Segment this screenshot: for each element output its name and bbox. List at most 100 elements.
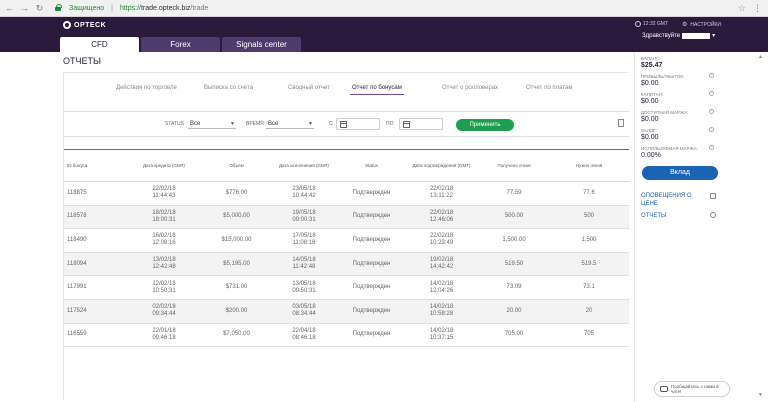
price-alerts-link[interactable]: ОПОВЕЩЕНИЯ О ЦЕНЕ <box>641 192 705 208</box>
table-cell: $7,050.00 <box>204 323 269 348</box>
table-cell: 19/02/18 14:42:42 <box>404 252 479 277</box>
status-select[interactable]: Все ▼ <box>188 119 236 129</box>
balance-label: БАЛАНС: <box>641 56 661 61</box>
info-icon[interactable]: i <box>709 109 714 114</box>
tab-rollover-report[interactable]: Отчет о ролловерах <box>442 85 498 91</box>
table-cell: 705 <box>549 323 629 348</box>
table-row[interactable]: 117524 02/02/18 09:34:44 $200.00 03/05/18 08:… <box>64 299 629 324</box>
table-row[interactable]: 116559 22/01/18 09:46:18 $7,050.00 22/04/18 0… <box>64 323 629 348</box>
browser-toolbar: ← → ↻ Защищено | https://trade.opteck.bi… <box>0 0 768 17</box>
clock-icon <box>635 21 641 27</box>
table-cell: 22/02/18 12:46:06 <box>404 205 479 230</box>
column-header[interactable]: Дата кредита (GMT) <box>124 149 204 182</box>
info-icon[interactable]: i <box>709 73 714 78</box>
from-date-input[interactable] <box>336 118 380 130</box>
logo-mark-icon <box>63 21 71 29</box>
tab-trading-actions[interactable]: Действия по торговле <box>116 85 177 91</box>
tab-cfd[interactable]: CFD <box>60 37 139 52</box>
chat-icon <box>660 386 668 392</box>
time-select-value: Все <box>268 121 279 127</box>
table-row[interactable]: 118875 22/02/18 11:44:43 $776.00 23/05/18 10:… <box>64 181 629 206</box>
browser-menu-icon[interactable]: ⋮ <box>753 3 762 14</box>
account-sidebar: ★ ПЛАТИНОВЫЙ счет БАЛАНС: $25.47 ПРИБЫЛЬ… <box>634 43 768 402</box>
column-header[interactable]: Status <box>339 149 404 182</box>
table-cell: 500.00 <box>479 205 549 230</box>
server-time: 12:32 GMT <box>635 21 668 27</box>
tab-fees-report[interactable]: Отчет по платам <box>526 85 572 91</box>
column-header[interactable]: Дата подтверждения (GMT) <box>404 149 479 182</box>
reports-link[interactable]: ОТЧЕТЫ <box>641 212 666 220</box>
reload-icon[interactable]: ↻ <box>34 3 45 14</box>
refresh-icon[interactable] <box>710 212 716 218</box>
info-icon[interactable]: i <box>709 91 714 96</box>
account-type: ★ ПЛАТИНОВЫЙ счет <box>641 42 702 50</box>
settings-button[interactable]: ⚙ НАСТРОЙКИ <box>682 21 721 29</box>
tab-account-statement[interactable]: Выписка со счета <box>204 85 253 91</box>
status-select-value: Все <box>190 121 201 127</box>
account-type-text: ПЛАТИНОВЫЙ счет <box>650 43 702 49</box>
info-icon[interactable]: i <box>709 145 714 150</box>
scroll-up-icon[interactable]: ▲ <box>758 54 763 60</box>
deposit-button[interactable]: Вклад <box>642 166 718 180</box>
table-row[interactable]: 118578 18/02/18 18:00:31 $5,000.00 19/05/18 0… <box>64 205 629 230</box>
scroll-down-icon[interactable]: ▼ <box>758 392 763 398</box>
table-header-row: ID бонуса Дата кредита (GMT) Объем Дата … <box>64 149 629 182</box>
tab-summary-report[interactable]: Сводный отчет <box>288 85 330 91</box>
table-cell: 13/02/18 12:42:48 <box>124 252 204 277</box>
chevron-down-icon: ▾ <box>712 33 716 39</box>
address-bar[interactable]: https://trade.opteck.biz/trade <box>120 5 208 12</box>
table-cell: 117524 <box>64 299 124 324</box>
table-cell: 705.00 <box>479 323 549 348</box>
column-header[interactable]: ID бонуса <box>64 149 124 182</box>
chevron-down-icon: ▼ <box>308 121 313 127</box>
table-row[interactable]: 118490 16/02/18 12:08:16 $15,000.00 17/05/18… <box>64 228 629 253</box>
table-row[interactable]: 117991 12/02/18 10:50:31 $731.00 13/05/18 09:… <box>64 275 629 300</box>
table-cell: 117991 <box>64 275 124 300</box>
time-select[interactable]: Все ▼ <box>266 119 314 129</box>
forward-icon[interactable]: → <box>19 3 30 14</box>
greeting-text: Здравствуйте <box>642 32 681 39</box>
table-row[interactable]: 118094 13/02/18 12:42:48 $5,195.00 14/05/18 1… <box>64 252 629 277</box>
table-cell: 20.00 <box>479 299 549 324</box>
table-cell: 118875 <box>64 181 124 206</box>
table-cell: Подтвержден <box>339 275 404 300</box>
chat-button[interactable]: Пообщайтесь с нами в чате! <box>654 381 730 397</box>
logo[interactable]: OPTECK <box>63 21 106 29</box>
settings-label: НАСТРОЙКИ <box>690 21 721 28</box>
column-header[interactable]: Получено очков <box>479 149 549 182</box>
bell-icon[interactable] <box>710 193 716 199</box>
capital-label: КАПИТАЛ: <box>641 92 663 97</box>
back-icon[interactable]: ← <box>4 3 15 14</box>
table-cell: 519.50 <box>479 252 549 277</box>
table-cell: 22/01/18 09:46:18 <box>124 323 204 348</box>
margin-value: $0.00 <box>641 116 659 123</box>
column-header[interactable]: Нужно очков <box>549 149 629 182</box>
table-cell: 116559 <box>64 323 124 348</box>
table-cell: 22/04/18 08:46:18 <box>269 323 339 348</box>
info-icon[interactable]: i <box>709 127 714 132</box>
calendar-icon <box>403 121 410 128</box>
user-greeting[interactable]: Здравствуйте ▾ <box>642 32 715 39</box>
column-header[interactable]: Дата исполнения (GMT) <box>269 149 339 182</box>
table-cell: 12/02/18 10:50:31 <box>124 275 204 300</box>
export-icon[interactable] <box>618 119 624 127</box>
username-redacted <box>682 32 711 39</box>
column-header[interactable]: Объем <box>204 149 269 182</box>
apply-button[interactable]: Применить <box>456 119 514 131</box>
table-cell: 118490 <box>64 228 124 253</box>
calendar-icon <box>340 121 347 128</box>
pledge-value: $0.00 <box>641 134 659 141</box>
to-date-input[interactable] <box>399 118 443 130</box>
tab-bonus-report[interactable]: Отчет по бонусам <box>350 85 404 95</box>
chevron-down-icon: ▼ <box>230 121 235 127</box>
tab-signals-center[interactable]: Signals center <box>222 37 301 52</box>
table-cell: 14/05/18 11:42:48 <box>269 252 339 277</box>
url-separator: | <box>111 4 113 12</box>
bookmark-star-icon[interactable]: ☆ <box>738 3 746 14</box>
logo-text: OPTECK <box>74 21 107 29</box>
pnl-label: ПРИБЫЛЬ/УБЫТОК: <box>641 74 685 79</box>
from-date-label: С <box>329 121 333 127</box>
gear-icon: ⚙ <box>682 22 688 28</box>
table-cell: 1,500 <box>549 228 629 253</box>
tab-forex[interactable]: Forex <box>141 37 220 52</box>
